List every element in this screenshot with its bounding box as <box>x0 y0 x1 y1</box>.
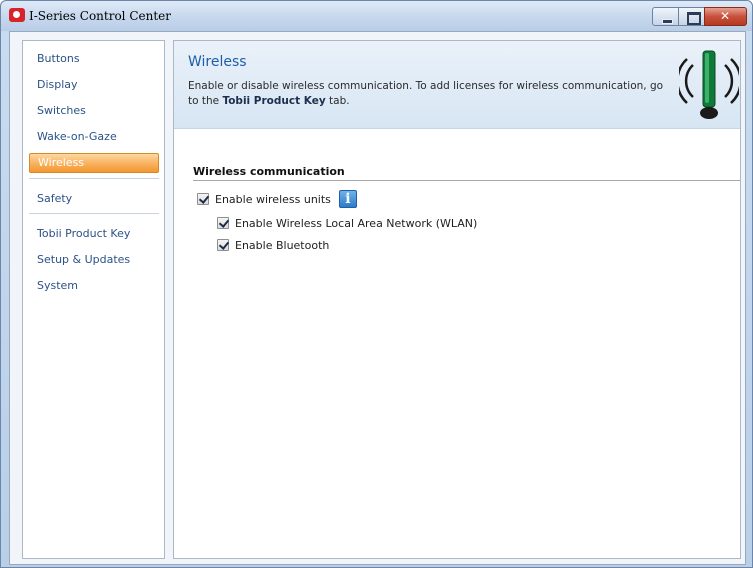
sidebar-item-wireless[interactable]: Wireless <box>29 153 159 173</box>
window-title: I-Series Control Center <box>29 9 172 23</box>
tobii-product-key-reference: Tobii Product Key <box>222 95 326 107</box>
enable-wireless-units-row: Enable wireless units <box>197 190 357 208</box>
minimize-button[interactable] <box>652 7 679 26</box>
enable-wlan-label[interactable]: Enable Wireless Local Area Network (WLAN… <box>235 217 477 230</box>
maximize-button[interactable] <box>678 7 705 26</box>
wireless-panel: Wireless Enable or disable wireless comm… <box>173 40 741 559</box>
sidebar-item-system[interactable]: System <box>29 276 159 296</box>
enable-bluetooth-row: Enable Bluetooth <box>217 237 329 253</box>
sidebar-divider <box>29 213 159 214</box>
sidebar-item-safety[interactable]: Safety <box>29 189 159 209</box>
page-header-banner: Wireless Enable or disable wireless comm… <box>174 41 740 129</box>
sidebar-item-display[interactable]: Display <box>29 75 159 95</box>
enable-bluetooth-label[interactable]: Enable Bluetooth <box>235 239 329 252</box>
sidebar-nav: Buttons Display Switches Wake-on-Gaze Wi… <box>22 40 165 559</box>
wireless-antenna-icon <box>679 50 739 119</box>
sidebar-item-setup-updates[interactable]: Setup & Updates <box>29 250 159 270</box>
sidebar-item-tobii-product-key[interactable]: Tobii Product Key <box>29 224 159 244</box>
enable-wireless-units-checkbox[interactable] <box>197 193 209 205</box>
close-button[interactable] <box>704 7 747 26</box>
sidebar-item-buttons[interactable]: Buttons <box>29 49 159 69</box>
section-heading: Wireless communication <box>193 165 345 178</box>
enable-bluetooth-checkbox[interactable] <box>217 239 229 251</box>
description-tail: tab. <box>325 95 350 107</box>
client-area: Buttons Display Switches Wake-on-Gaze Wi… <box>9 31 746 565</box>
app-logo-icon <box>9 8 25 22</box>
app-window: I-Series Control Center Buttons Display … <box>0 0 753 568</box>
sidebar-item-switches[interactable]: Switches <box>29 101 159 121</box>
sidebar-divider <box>29 178 159 179</box>
section-divider <box>193 180 740 181</box>
enable-wlan-row: Enable Wireless Local Area Network (WLAN… <box>217 215 477 231</box>
page-title: Wireless <box>188 54 247 70</box>
sidebar-item-wake-on-gaze[interactable]: Wake-on-Gaze <box>29 127 159 147</box>
enable-wlan-checkbox[interactable] <box>217 217 229 229</box>
enable-wireless-units-label[interactable]: Enable wireless units <box>215 193 331 206</box>
page-description: Enable or disable wireless communication… <box>188 79 676 109</box>
info-icon[interactable] <box>338 190 357 208</box>
title-bar[interactable]: I-Series Control Center <box>1 1 752 31</box>
